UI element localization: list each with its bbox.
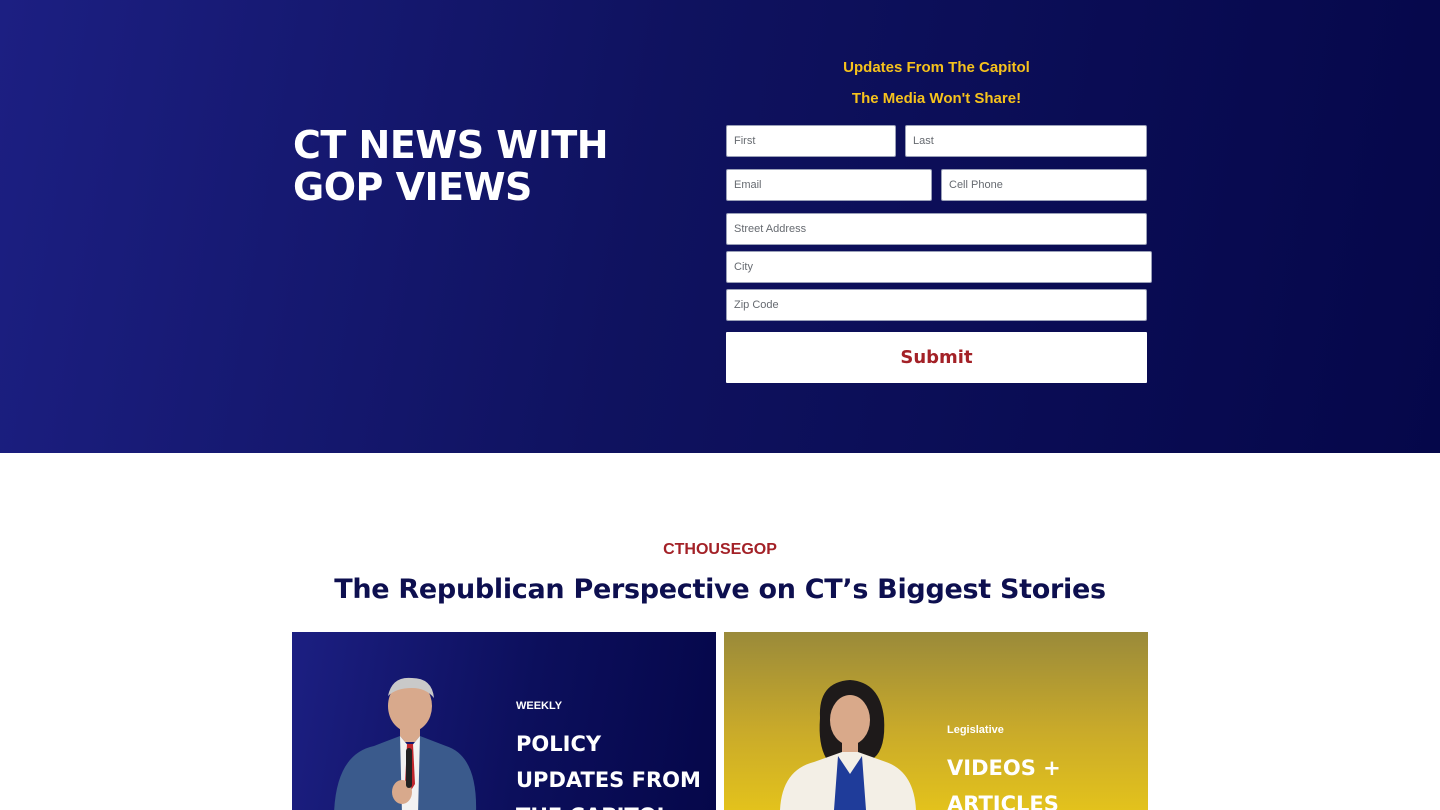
section-eyebrow: CTHOUSEGOP bbox=[663, 541, 777, 558]
videos-articles-card[interactable]: Legislative VIDEOS + ARTICLES bbox=[724, 632, 1148, 810]
legislator-photo bbox=[780, 680, 916, 810]
speaker-photo bbox=[334, 677, 477, 810]
cell-phone-field[interactable] bbox=[941, 169, 1147, 201]
hero-section: CT NEWS WITH GOP VIEWS bbox=[0, 0, 1440, 453]
section-title: The Republican Perspective on CT’s Bigge… bbox=[334, 574, 1106, 605]
card-eyebrow: Legislative bbox=[947, 724, 1004, 736]
card-title: POLICY UPDATES FROM THE CAPITOL bbox=[516, 732, 701, 810]
policy-updates-card[interactable]: WEEKLY POLICY UPDATES FROM THE CAPITOL bbox=[292, 632, 716, 810]
hero-title: CT NEWS WITH GOP VIEWS bbox=[293, 123, 609, 209]
zip-code-field[interactable] bbox=[726, 289, 1147, 321]
street-address-field[interactable] bbox=[726, 213, 1147, 245]
form-heading-line1: Updates From The Capitol bbox=[843, 59, 1030, 76]
card-eyebrow: WEEKLY bbox=[516, 700, 563, 712]
first-name-field[interactable] bbox=[726, 125, 896, 157]
city-field[interactable] bbox=[726, 251, 1152, 283]
email-field[interactable] bbox=[726, 169, 932, 201]
last-name-field[interactable] bbox=[905, 125, 1147, 157]
form-heading-line2: The Media Won't Share! bbox=[851, 90, 1022, 107]
card-title: VIDEOS + ARTICLES bbox=[947, 756, 1061, 810]
submit-button[interactable]: Submit bbox=[726, 332, 1147, 383]
